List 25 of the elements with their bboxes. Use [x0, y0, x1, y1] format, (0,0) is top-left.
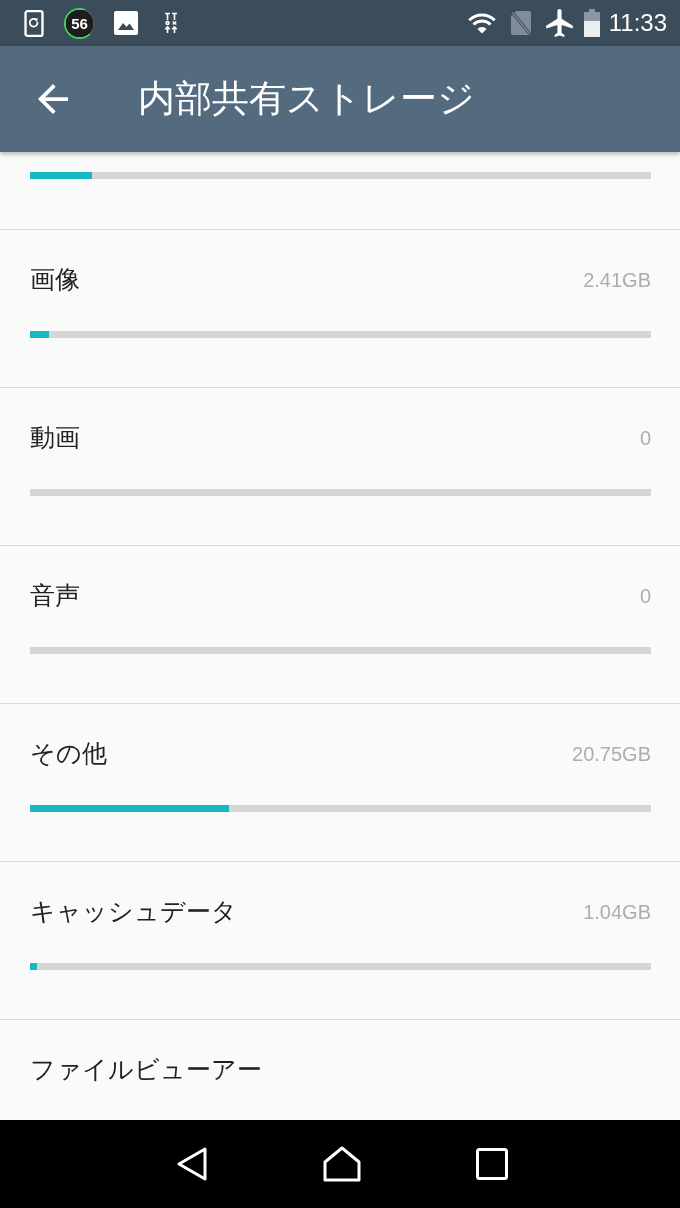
- category-size: 1.04GB: [583, 900, 651, 924]
- category-size: 2.41GB: [583, 268, 651, 292]
- battery-icon: [583, 9, 600, 37]
- category-label[interactable]: 音声: [30, 578, 80, 614]
- count-ring-badge: 56: [64, 7, 95, 39]
- transfer-arrows-icon: [164, 12, 178, 34]
- category-label[interactable]: その他: [30, 736, 107, 772]
- category-label[interactable]: キャッシュデータ: [30, 894, 237, 930]
- category-label[interactable]: 画像: [30, 262, 80, 298]
- wifi-icon: [466, 12, 497, 34]
- no-sim-icon: [509, 10, 532, 36]
- screen-title: 内部共有ストレージ: [138, 76, 475, 122]
- phone-refresh-icon: [24, 9, 44, 37]
- category-size: 0: [639, 426, 651, 450]
- image-icon: [114, 11, 138, 35]
- recents-icon[interactable]: [475, 1148, 508, 1180]
- home-icon[interactable]: [322, 1146, 361, 1182]
- menu-item[interactable]: ファイルビューアー: [30, 1055, 262, 1084]
- back-icon[interactable]: [175, 1147, 208, 1181]
- category-label[interactable]: 動画: [30, 420, 80, 456]
- clock-time: 11:33: [608, 9, 667, 37]
- back-arrow-icon[interactable]: [38, 84, 68, 114]
- category-size: 20.75GB: [572, 742, 651, 766]
- airplane-icon: [545, 9, 573, 37]
- category-size: 0: [639, 584, 651, 608]
